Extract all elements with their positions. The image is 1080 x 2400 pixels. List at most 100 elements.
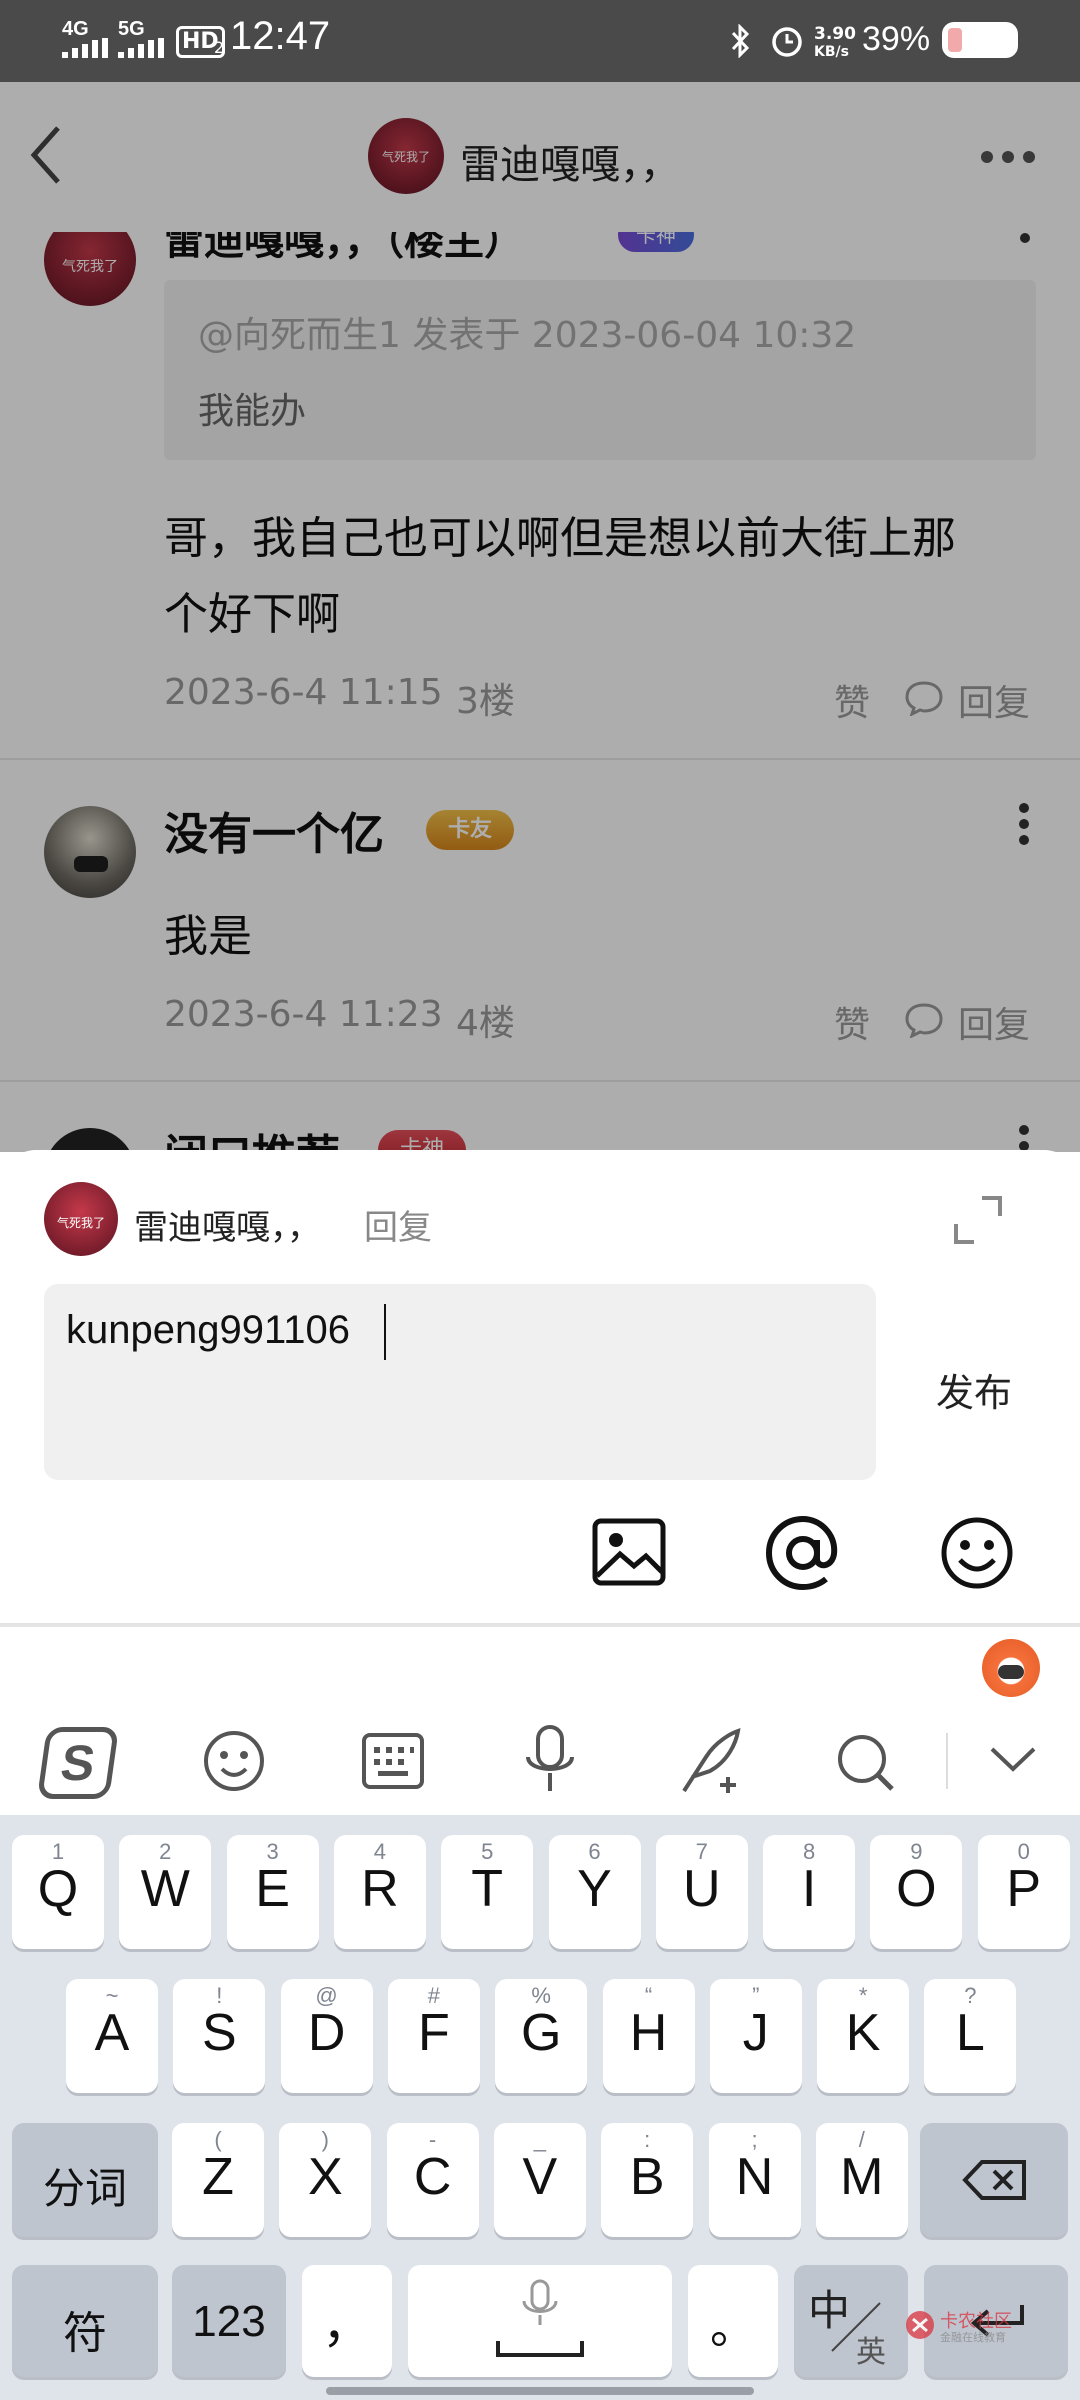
key-label: Q <box>37 1860 79 1918</box>
assistant-mascot-icon[interactable] <box>982 1639 1040 1697</box>
key-label: 123 <box>192 2297 266 2346</box>
key-p[interactable]: 0P <box>977 1835 1070 1949</box>
key-label: I <box>801 1860 817 1918</box>
key-label: Y <box>577 1860 612 1918</box>
key-label: ， <box>322 2297 372 2353</box>
key-label: L <box>955 2004 985 2062</box>
key-label: K <box>845 2004 881 2062</box>
bluetooth-icon <box>731 24 750 58</box>
key-label: M <box>840 2148 884 2206</box>
microphone-icon <box>522 2279 558 2325</box>
key-comma[interactable]: ， <box>302 2265 392 2377</box>
key-label: C <box>413 2148 452 2206</box>
reply-label: 回复 <box>364 1208 432 1248</box>
key-label: T <box>471 1860 504 1918</box>
key-label: O <box>896 1860 937 1918</box>
text-cursor <box>384 1304 386 1360</box>
emoji-icon[interactable] <box>940 1516 1014 1590</box>
backspace-icon <box>962 2160 1026 2200</box>
key-123[interactable]: 123 <box>172 2265 286 2377</box>
key-v[interactable]: _ V <box>493 2123 586 2237</box>
key-label: S <box>201 2004 237 2062</box>
status-bar: 4G 5G HD 2 12:47 3.90 KB/s 39% <box>0 0 1080 82</box>
key-i[interactable]: 8I <box>763 1835 856 1949</box>
watermark-line2: 金融在线教育 <box>940 2331 1006 2344</box>
key-label: F <box>418 2004 450 2062</box>
key-label: V <box>522 2148 558 2206</box>
hd-sub: 2 <box>214 38 225 57</box>
key-z[interactable]: (Z <box>172 2123 264 2237</box>
ime-toolbar: S <box>0 1625 1080 1815</box>
key-o[interactable]: 9O <box>870 1835 963 1949</box>
microphone-icon[interactable] <box>522 1725 578 1797</box>
key-label: A <box>94 2004 130 2062</box>
key-label: B <box>629 2148 665 2206</box>
key-a[interactable]: ~ A <box>66 1979 158 2093</box>
home-indicator[interactable] <box>326 2387 754 2395</box>
key-label: 。 <box>710 2301 756 2353</box>
key-fenci[interactable]: 分词 <box>12 2123 158 2237</box>
battery-percent: 39% <box>862 20 931 58</box>
key-label: U <box>683 1860 721 1918</box>
net-speed-value: 3.90 <box>814 24 856 44</box>
key-g[interactable]: % G <box>495 1979 588 2093</box>
watermark-logo: 卡农社区 金融在线教育 <box>904 2307 1064 2347</box>
search-icon[interactable] <box>834 1731 896 1793</box>
sogou-logo-icon[interactable]: S <box>36 1727 120 1799</box>
watermark-icon <box>906 2311 934 2339</box>
key-q[interactable]: 1Q <box>12 1835 104 1949</box>
key-x[interactable]: ) X <box>279 2123 372 2237</box>
key-label: E <box>255 1860 290 1918</box>
key-j[interactable]: ” J <box>709 1979 802 2093</box>
reply-panel: 气死我了 雷迪嘎嘎，， 回复 kunpeng991106 发布 <box>0 1150 1080 1625</box>
key-c[interactable]: -C <box>386 2123 479 2237</box>
key-b[interactable]: :B <box>601 2123 694 2237</box>
key-label: 符 <box>63 2309 107 2358</box>
key-label: D <box>307 2004 346 2062</box>
space-bar-icon <box>496 2341 584 2357</box>
battery-icon <box>942 22 1018 58</box>
key-s[interactable]: ! S <box>173 1979 266 2093</box>
reply-input-value: kunpeng991106 <box>66 1308 350 1352</box>
key-label: P <box>1006 1860 1042 1918</box>
key-backspace[interactable] <box>920 2123 1068 2237</box>
key-label: G <box>520 2004 562 2062</box>
modal-backdrop[interactable] <box>0 82 1080 1152</box>
key-h[interactable]: “H <box>602 1979 695 2093</box>
key-label: X <box>307 2148 343 2206</box>
alarm-icon <box>772 27 802 57</box>
key-en-label: 英 <box>856 2335 886 2370</box>
key-e[interactable]: 3E <box>226 1835 319 1949</box>
key-f[interactable]: # F <box>387 1979 480 2093</box>
key-k[interactable]: * K <box>817 1979 910 2093</box>
reply-input[interactable]: kunpeng991106 <box>44 1284 876 1480</box>
expand-icon[interactable] <box>952 1194 1004 1246</box>
key-label: R <box>361 1860 399 1918</box>
key-t[interactable]: 5T <box>441 1835 534 1949</box>
image-icon[interactable] <box>592 1518 666 1586</box>
avatar-caption: 气死我了 <box>56 1216 105 1230</box>
key-label: 分词 <box>42 2165 127 2212</box>
key-u[interactable]: 7U <box>655 1835 748 1949</box>
signal-bars-icon <box>118 38 164 58</box>
keyboard-layout-icon[interactable] <box>362 1733 424 1789</box>
mention-at-icon[interactable] <box>764 1514 842 1592</box>
chevron-down-icon[interactable] <box>988 1745 1038 1775</box>
key-period[interactable]: 。 <box>688 2265 778 2377</box>
key-d[interactable]: @ D <box>280 1979 373 2093</box>
publish-button[interactable]: 发布 <box>936 1362 1012 1417</box>
handwriting-quill-icon[interactable] <box>676 1727 746 1797</box>
key-r[interactable]: 4R <box>333 1835 426 1949</box>
toolbar-divider <box>946 1733 948 1789</box>
key-y[interactable]: 6Y <box>548 1835 641 1949</box>
key-space[interactable] <box>408 2265 672 2377</box>
key-l[interactable]: ? L <box>924 1979 1017 2093</box>
emoji-keyboard-icon[interactable] <box>202 1729 266 1793</box>
key-m[interactable]: / M <box>815 2123 908 2237</box>
key-n[interactable]: ; N <box>708 2123 801 2237</box>
key-zh-en-switch[interactable]: 中 英 <box>794 2265 908 2377</box>
key-label: N <box>735 2148 774 2206</box>
key-symbols[interactable]: 符 <box>12 2265 158 2377</box>
key-label: Z <box>202 2148 234 2206</box>
key-w[interactable]: 2W <box>119 1835 212 1949</box>
